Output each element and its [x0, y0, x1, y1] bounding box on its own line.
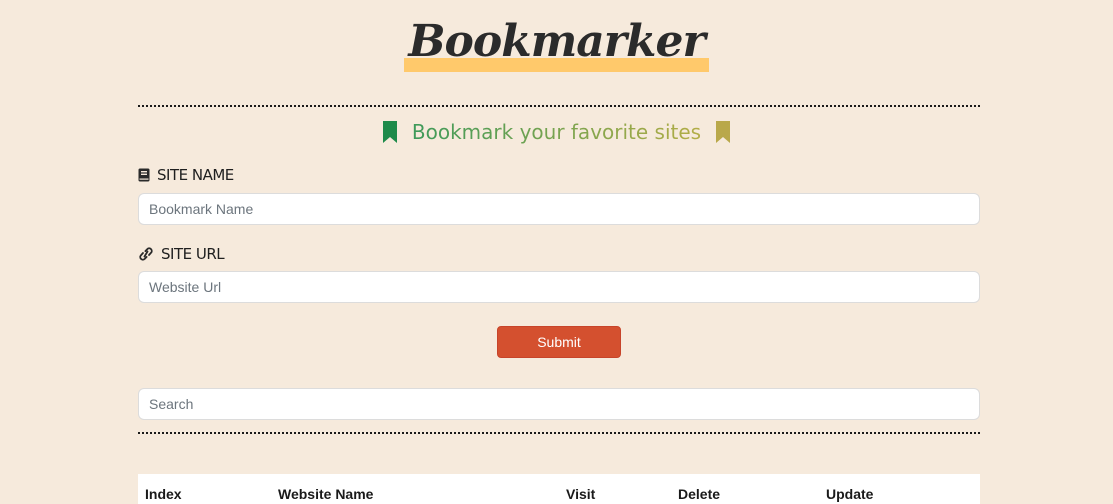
submit-button[interactable]: Submit	[497, 326, 621, 358]
top-divider	[138, 105, 980, 107]
site-url-label-text: Site URL	[161, 245, 225, 263]
header: Bookmarker	[0, 14, 1113, 72]
site-name-label: Site Name	[138, 166, 234, 184]
logo-text: Bookmarker	[408, 16, 705, 67]
logo: Bookmarker	[404, 14, 709, 72]
column-header-update: Update	[826, 486, 874, 502]
search-input[interactable]	[138, 388, 980, 420]
book-icon	[138, 168, 150, 182]
site-url-label: Site URL	[138, 245, 225, 263]
column-header-website-name: Website Name	[278, 486, 374, 502]
site-url-input[interactable]	[138, 271, 980, 303]
table-header-row: Index Website Name Visit Delete Update	[138, 474, 980, 504]
column-header-index: Index	[145, 486, 182, 502]
site-name-label-text: Site Name	[157, 166, 234, 184]
tagline: Bookmark your favorite sites	[0, 120, 1113, 144]
column-header-visit: Visit	[566, 486, 596, 502]
bookmarks-table: Index Website Name Visit Delete Update	[138, 474, 980, 504]
bottom-divider	[138, 432, 980, 434]
bookmark-icon	[716, 121, 731, 143]
page: Bookmarker Bookmark your favorite sites …	[0, 0, 1113, 504]
site-name-input[interactable]	[138, 193, 980, 225]
tagline-text: Bookmark your favorite sites	[411, 120, 702, 144]
column-header-delete: Delete	[678, 486, 721, 502]
link-icon	[139, 247, 153, 261]
bookmark-icon	[382, 121, 397, 143]
